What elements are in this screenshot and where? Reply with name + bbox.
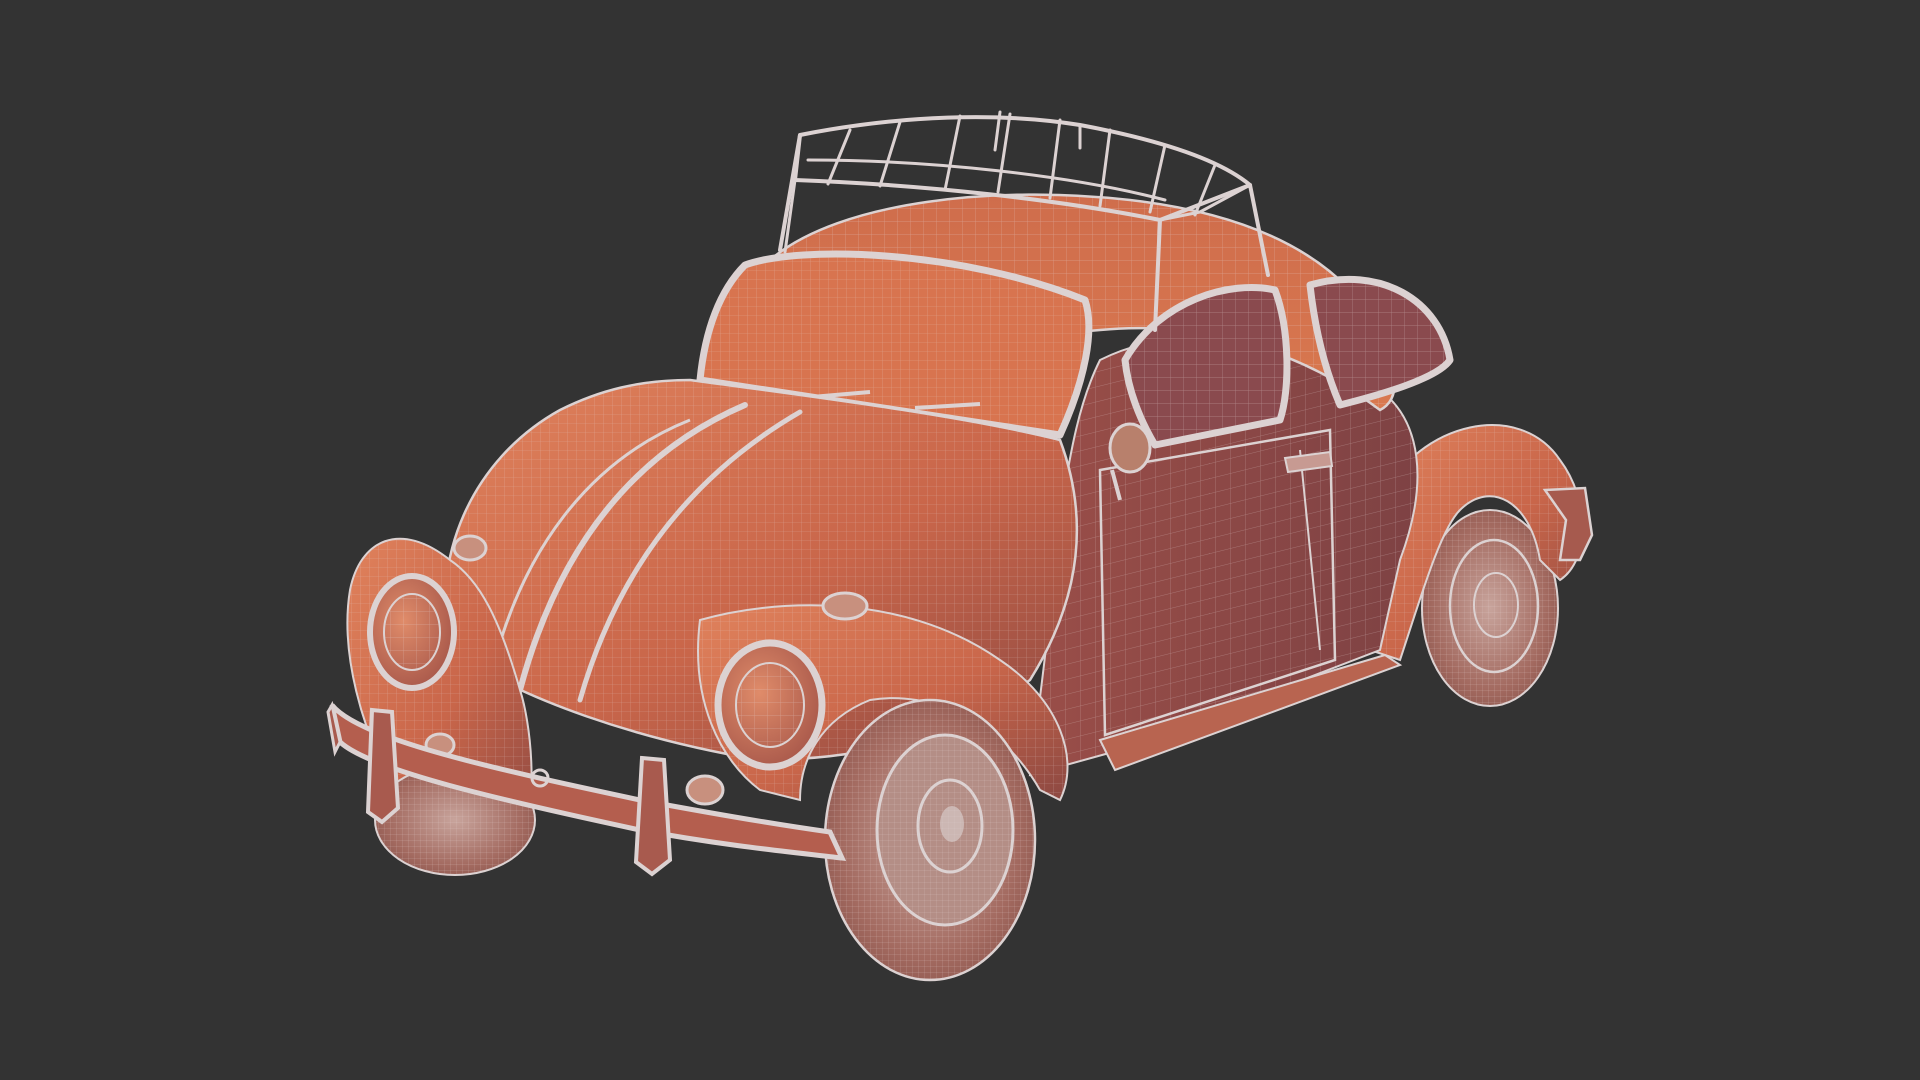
viewport-3d[interactable]: [0, 0, 1920, 1080]
turn-signal-right: [821, 591, 869, 621]
headlight-left: [367, 573, 457, 691]
turn-signal-left: [452, 534, 488, 562]
car-render: [0, 0, 1920, 1080]
front-right-wheel: [823, 698, 1037, 982]
headlight-right: [714, 639, 826, 771]
